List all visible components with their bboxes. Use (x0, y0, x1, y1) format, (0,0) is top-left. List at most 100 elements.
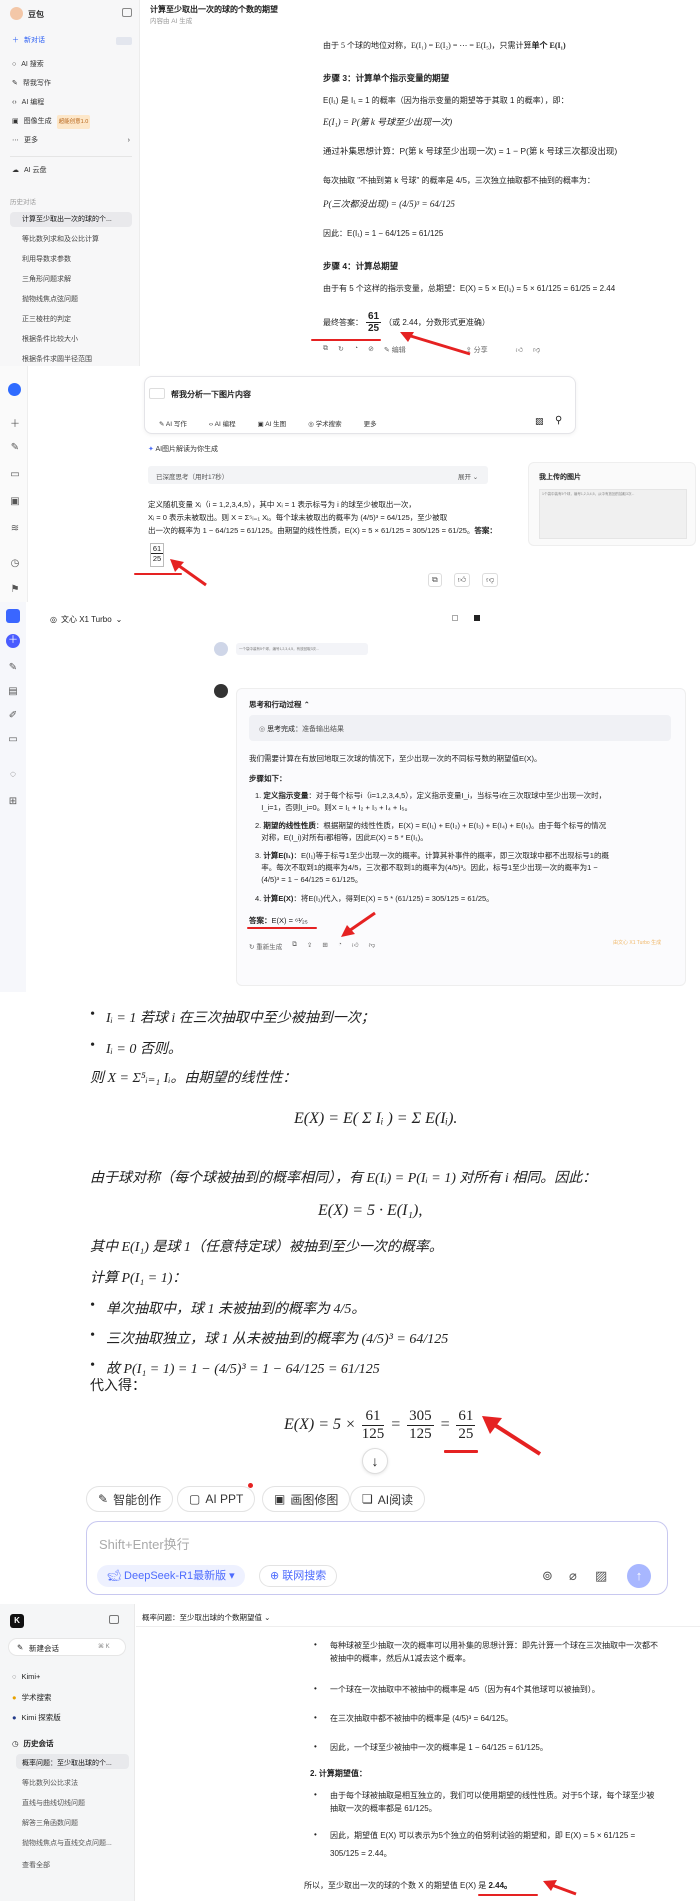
baidu-input[interactable]: 帮我分析一下图片内容 (171, 389, 251, 400)
grid-icon[interactable]: ⊞ (322, 941, 327, 951)
sidebar-item-image-gen[interactable]: ▣ 图像生成 超能创意1.0 (12, 115, 91, 129)
bullet-line: 一个球在一次抽取中不被抽中的概率是 4/5（因为有4个其他球可以被抽到）。 (314, 1684, 600, 1695)
chip-ai-read[interactable]: ❏ AI阅读 (350, 1486, 426, 1512)
thumbs-up-icon[interactable]: 👍︎ (453, 573, 471, 587)
view-all-link[interactable]: 查看全部 (22, 1860, 50, 1870)
thumbs-down-icon[interactable]: 👎︎ (369, 941, 376, 951)
speaker-icon[interactable]: ◔ (354, 345, 358, 355)
image-icon[interactable]: ▣ (9, 496, 21, 507)
bookmark-icon[interactable]: ⚑ (9, 584, 21, 595)
history-item[interactable]: 计算至少取出一次的球的个... (10, 212, 132, 227)
doc-icon[interactable]: ▤ (7, 686, 19, 697)
uploaded-image-card[interactable]: 我上传的图片 1个袋中装有5个球，编号1,2,3,4,5，从中有放回的抽取3次.… (528, 462, 696, 546)
tool-ai-write[interactable]: ✎ AI 写作 (159, 418, 187, 428)
chip-image-edit[interactable]: ▣ 画图修图 (262, 1486, 351, 1512)
deepseek-input-box: Shift+Enter换行 🐋︎ DeepSeek-R1最新版 ▾ ⊕ 联网搜索… (86, 1521, 668, 1595)
upload-icon[interactable]: ⊚ (542, 1568, 553, 1584)
new-chat-button[interactable]: ＋新对话 (12, 34, 45, 48)
chip-smart-create[interactable]: ✎ 智能创作 (86, 1486, 174, 1512)
sidebar-toggle-icon[interactable] (109, 1615, 119, 1624)
history-item[interactable]: 概率问题：至少取出球的个... (22, 1758, 112, 1768)
apps-icon[interactable]: ⊞ (7, 796, 19, 807)
new-chat-icon[interactable]: ＋ (6, 634, 20, 648)
layers-icon[interactable]: ≋ (9, 523, 21, 534)
step3-complement: 通过补集思想计算：P(第 k 号球至少出现一次) = 1 − P(第 k 号球三… (323, 146, 618, 156)
copy-icon[interactable]: ⧉ (428, 573, 442, 587)
plus-icon[interactable]: ＋ (9, 415, 21, 430)
folder-icon[interactable]: ▭ (9, 469, 21, 480)
web-search-toggle[interactable]: ⊕ 联网搜索 (259, 1565, 338, 1587)
history-item[interactable]: 等比数列公比求法 (22, 1778, 78, 1788)
image-upload-icon[interactable]: ▨ (535, 416, 544, 427)
share-button[interactable]: ⇪ 分享 (466, 345, 488, 355)
new-chat-button[interactable]: ✎ 新建会话 ⌘ K (8, 1638, 126, 1656)
history-item[interactable]: 根据条件比较大小 (10, 332, 132, 347)
edit-icon: ✎ (17, 1643, 24, 1652)
model-selector[interactable]: ◎ 文心 X1 Turbo ⌄ (50, 614, 122, 625)
expand-button[interactable]: 展开 ⌄ (458, 471, 478, 481)
think-bar[interactable]: 已深度思考（用时17秒） 展开 ⌄ (148, 466, 488, 484)
clock-icon[interactable]: ◷ (9, 558, 21, 569)
attach-icon[interactable]: ⌀ (569, 1568, 577, 1584)
chip-ai-ppt[interactable]: ▢ AI PPT (177, 1486, 256, 1512)
think-status: ◎ 思考完成：准备输出结果 (249, 715, 671, 741)
history-item[interactable]: 抛物线焦点与直线交点问题... (22, 1838, 112, 1848)
thumbs-up-icon[interactable]: 👍︎ (352, 941, 359, 951)
history-item[interactable]: 三角形问题求解 (10, 272, 132, 287)
sidebar-item-more[interactable]: ⋯ 更多 › (12, 134, 130, 148)
step-item: 2. 期望的线性性质：根据期望的线性性质，E(X) = E(I₁) + E(I₂… (255, 821, 607, 842)
nav-explore[interactable]: ● Kimi 探索版 (12, 1712, 61, 1723)
history-item[interactable]: 解答三角函数问题 (22, 1818, 78, 1828)
doubao-avatar[interactable] (10, 7, 23, 20)
message-icon[interactable]: ◌ (7, 769, 19, 780)
tool-more[interactable]: 更多 (364, 418, 377, 428)
tool-ai-image[interactable]: ▣ AI 生图 (258, 418, 287, 428)
nav-kimi-plus[interactable]: ◌ Kimi+ (12, 1672, 40, 1681)
kimi-logo-icon[interactable]: K (10, 1614, 24, 1628)
copy-icon[interactable]: ⧉ (292, 941, 297, 951)
history-item[interactable]: 根据条件求圆半径范围 (10, 352, 132, 364)
box-icon[interactable]: ▭ (7, 734, 19, 745)
chat-input[interactable]: Shift+Enter换行 (99, 1534, 190, 1553)
sidebar-item-cloud[interactable]: ☁ AI 云盘 (12, 164, 47, 178)
sidebar-item-writing[interactable]: ✎ 帮我写作 (12, 77, 51, 91)
tool-ai-code[interactable]: ‹› AI 编程 (209, 418, 236, 428)
regenerate-button[interactable]: ↻ 重新生成 (249, 941, 282, 951)
share-icon[interactable]: ⇪ (307, 941, 312, 951)
history-item[interactable]: 正三棱柱的判定 (10, 312, 132, 327)
scroll-down-button[interactable]: ↓ (362, 1448, 388, 1474)
speaker-icon[interactable]: ◔ (338, 941, 342, 951)
thumbs-up-icon[interactable]: 👍︎ (516, 345, 523, 355)
history-item[interactable]: 抛物线焦点弦问题 (10, 292, 132, 307)
pen-icon[interactable]: ✎ (7, 662, 19, 673)
pen-icon[interactable]: ✎ (9, 442, 21, 453)
sidebar-toggle-icon[interactable] (122, 8, 132, 17)
edit-button[interactable]: ✎ 编辑 (384, 345, 406, 355)
copy-icon[interactable]: ⧉ (323, 345, 328, 355)
model-selector[interactable]: 🐋︎ DeepSeek-R1最新版 ▾ (97, 1565, 245, 1587)
process-toggle[interactable]: 思考和行动过程 ⌃ (249, 699, 310, 710)
wenxin-logo-icon[interactable] (6, 609, 20, 623)
nav-scholar[interactable]: ● 学术搜索 (12, 1692, 52, 1703)
thumbs-down-icon[interactable]: 👎︎ (482, 573, 499, 587)
history-item[interactable]: 直线与曲线切线问题 (22, 1798, 85, 1808)
history-item[interactable]: 等比数列求和及公比计算 (10, 232, 132, 247)
bullet-line: 在三次抽取中都不被抽中的概率是 (4/5)³ = 64/125。 (314, 1713, 513, 1724)
sidebar-item-ai-search[interactable]: ○ AI 搜索 (12, 58, 44, 72)
kimi-title[interactable]: 概率问题：至少取出球的个数期望值 ⌄ (142, 1612, 270, 1623)
layout-icon[interactable] (474, 615, 480, 621)
search-icon[interactable]: ⚲ (555, 415, 562, 426)
link-icon[interactable]: ⊘ (368, 345, 374, 355)
thumbs-down-icon[interactable]: 👎︎ (533, 345, 540, 355)
sidebar-item-coding[interactable]: ‹› AI 编程 (12, 96, 44, 110)
image-icon[interactable]: ▨ (595, 1568, 607, 1584)
baidu-logo-icon[interactable] (8, 383, 21, 396)
send-button[interactable]: ↑ (627, 1564, 651, 1588)
layout-icon[interactable] (452, 615, 458, 621)
chart-icon[interactable]: ✐ (7, 710, 19, 721)
step4-heading: 步骤 4：计算总期望 (323, 261, 399, 271)
history-item[interactable]: 利用导数求参数 (10, 252, 132, 267)
tool-scholar[interactable]: ◎ 学术搜索 (308, 418, 341, 428)
refresh-icon[interactable]: ↻ (338, 345, 344, 355)
assistant-avatar (214, 684, 228, 698)
